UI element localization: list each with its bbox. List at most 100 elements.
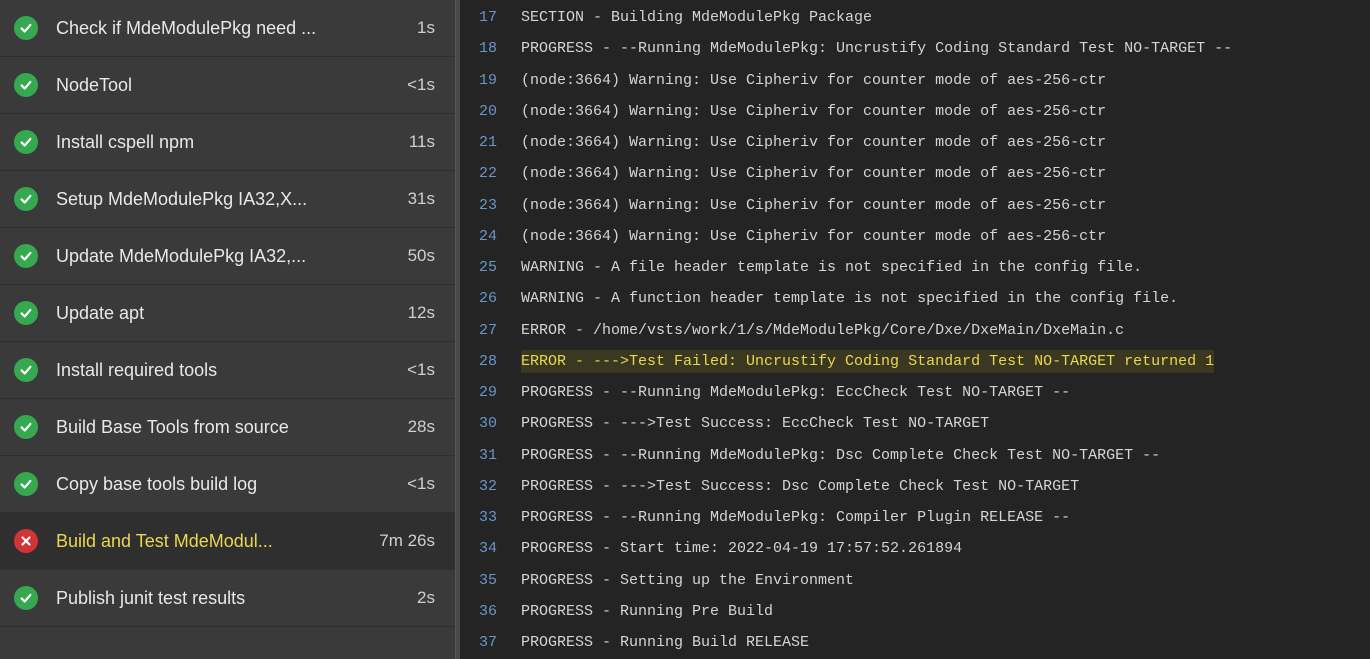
log-line[interactable]: 30PROGRESS - --->Test Success: EccCheck … (461, 408, 1370, 439)
log-line-text: PROGRESS - --Running MdeModulePkg: EccCh… (521, 381, 1070, 404)
step-duration: 28s (408, 417, 435, 437)
log-line[interactable]: 18PROGRESS - --Running MdeModulePkg: Unc… (461, 33, 1370, 64)
log-line[interactable]: 32PROGRESS - --->Test Success: Dsc Compl… (461, 471, 1370, 502)
log-line[interactable]: 23(node:3664) Warning: Use Cipheriv for … (461, 190, 1370, 221)
log-line[interactable]: 19(node:3664) Warning: Use Cipheriv for … (461, 65, 1370, 96)
step-item[interactable]: Publish junit test results 2s (0, 570, 455, 627)
step-name: Update MdeModulePkg IA32,... (56, 246, 396, 267)
log-line-number: 31 (461, 444, 521, 467)
step-item[interactable]: Check if MdeModulePkg need ... 1s (0, 0, 455, 57)
step-duration: 1s (417, 18, 435, 38)
log-line-number: 33 (461, 506, 521, 529)
step-name: Check if MdeModulePkg need ... (56, 18, 405, 39)
log-line[interactable]: 17SECTION - Building MdeModulePkg Packag… (461, 2, 1370, 33)
log-line[interactable]: 33PROGRESS - --Running MdeModulePkg: Com… (461, 502, 1370, 533)
log-line-text: (node:3664) Warning: Use Cipheriv for co… (521, 100, 1106, 123)
log-line[interactable]: 26WARNING - A function header template i… (461, 283, 1370, 314)
log-line-number: 23 (461, 194, 521, 217)
step-name: Install cspell npm (56, 132, 397, 153)
log-line-number: 26 (461, 287, 521, 310)
log-line-text: (node:3664) Warning: Use Cipheriv for co… (521, 131, 1106, 154)
log-line-number: 17 (461, 6, 521, 29)
step-name: Publish junit test results (56, 588, 405, 609)
log-line[interactable]: 36PROGRESS - Running Pre Build (461, 596, 1370, 627)
steps-panel: Check if MdeModulePkg need ... 1s NodeTool… (0, 0, 455, 659)
step-duration: 50s (408, 246, 435, 266)
step-duration: 2s (417, 588, 435, 608)
log-panel[interactable]: 17SECTION - Building MdeModulePkg Packag… (461, 0, 1370, 659)
log-line[interactable]: 20(node:3664) Warning: Use Cipheriv for … (461, 96, 1370, 127)
step-item[interactable]: Build Base Tools from source 28s (0, 399, 455, 456)
log-line-text: PROGRESS - --->Test Success: Dsc Complet… (521, 475, 1079, 498)
log-line-text: PROGRESS - Start time: 2022-04-19 17:57:… (521, 537, 962, 560)
step-item[interactable]: Copy base tools build log <1s (0, 456, 455, 513)
log-line-number: 32 (461, 475, 521, 498)
log-line-number: 22 (461, 162, 521, 185)
step-name: Setup MdeModulePkg IA32,X... (56, 189, 396, 210)
step-item[interactable]: Update apt 12s (0, 285, 455, 342)
step-name: Update apt (56, 303, 396, 324)
step-item[interactable]: Setup MdeModulePkg IA32,X... 31s (0, 171, 455, 228)
check-icon (14, 73, 38, 97)
error-icon (14, 529, 38, 553)
log-line-text: PROGRESS - --->Test Success: EccCheck Te… (521, 412, 989, 435)
log-line[interactable]: 21(node:3664) Warning: Use Cipheriv for … (461, 127, 1370, 158)
step-name: Copy base tools build log (56, 474, 395, 495)
step-duration: <1s (407, 360, 435, 380)
check-icon (14, 586, 38, 610)
log-line-number: 18 (461, 37, 521, 60)
check-icon (14, 472, 38, 496)
log-line[interactable]: 31PROGRESS - --Running MdeModulePkg: Dsc… (461, 440, 1370, 471)
log-line-text: (node:3664) Warning: Use Cipheriv for co… (521, 69, 1106, 92)
log-line-text: (node:3664) Warning: Use Cipheriv for co… (521, 194, 1106, 217)
step-duration: 12s (408, 303, 435, 323)
check-icon (14, 358, 38, 382)
log-line[interactable]: 35PROGRESS - Setting up the Environment (461, 565, 1370, 596)
log-line-text: ERROR - /home/vsts/work/1/s/MdeModulePkg… (521, 319, 1124, 342)
step-duration: 7m 26s (379, 531, 435, 551)
log-line-text: WARNING - A function header template is … (521, 287, 1178, 310)
log-line-text: PROGRESS - Setting up the Environment (521, 569, 854, 592)
step-item[interactable]: NodeTool<1s (0, 57, 455, 114)
log-line-number: 37 (461, 631, 521, 654)
step-duration: <1s (407, 75, 435, 95)
log-line-number: 34 (461, 537, 521, 560)
log-line-text: PROGRESS - Running Build RELEASE (521, 631, 809, 654)
log-line-text: (node:3664) Warning: Use Cipheriv for co… (521, 162, 1106, 185)
log-line-text: WARNING - A file header template is not … (521, 256, 1142, 279)
log-line[interactable]: 24(node:3664) Warning: Use Cipheriv for … (461, 221, 1370, 252)
log-line[interactable]: 37PROGRESS - Running Build RELEASE (461, 627, 1370, 658)
log-line-number: 28 (461, 350, 521, 373)
step-duration: <1s (407, 474, 435, 494)
check-icon (14, 16, 38, 40)
log-line[interactable]: 29PROGRESS - --Running MdeModulePkg: Ecc… (461, 377, 1370, 408)
log-line-number: 30 (461, 412, 521, 435)
log-line-text: ERROR - --->Test Failed: Uncrustify Codi… (521, 350, 1214, 373)
log-line[interactable]: 27ERROR - /home/vsts/work/1/s/MdeModuleP… (461, 315, 1370, 346)
log-line[interactable]: 28ERROR - --->Test Failed: Uncrustify Co… (461, 346, 1370, 377)
log-line-number: 36 (461, 600, 521, 623)
step-name: Install required tools (56, 360, 395, 381)
check-icon (14, 415, 38, 439)
step-item[interactable]: Build and Test MdeModul... 7m 26s (0, 513, 455, 570)
step-duration: 31s (408, 189, 435, 209)
log-line-number: 27 (461, 319, 521, 342)
step-item[interactable]: Install required tools <1s (0, 342, 455, 399)
log-line-text: PROGRESS - --Running MdeModulePkg: Compi… (521, 506, 1070, 529)
step-name: Build and Test MdeModul... (56, 531, 367, 552)
log-line[interactable]: 22(node:3664) Warning: Use Cipheriv for … (461, 158, 1370, 189)
log-line-text: PROGRESS - --Running MdeModulePkg: Dsc C… (521, 444, 1160, 467)
log-line-text: (node:3664) Warning: Use Cipheriv for co… (521, 225, 1106, 248)
step-item[interactable]: Install cspell npm11s (0, 114, 455, 171)
step-name: Build Base Tools from source (56, 417, 396, 438)
check-icon (14, 244, 38, 268)
log-line[interactable]: 34PROGRESS - Start time: 2022-04-19 17:5… (461, 533, 1370, 564)
log-line-text: SECTION - Building MdeModulePkg Package (521, 6, 872, 29)
log-line-number: 21 (461, 131, 521, 154)
log-line-text: PROGRESS - Running Pre Build (521, 600, 773, 623)
log-line[interactable]: 25WARNING - A file header template is no… (461, 252, 1370, 283)
log-line-number: 25 (461, 256, 521, 279)
log-line-number: 20 (461, 100, 521, 123)
step-item[interactable]: Update MdeModulePkg IA32,... 50s (0, 228, 455, 285)
check-icon (14, 301, 38, 325)
